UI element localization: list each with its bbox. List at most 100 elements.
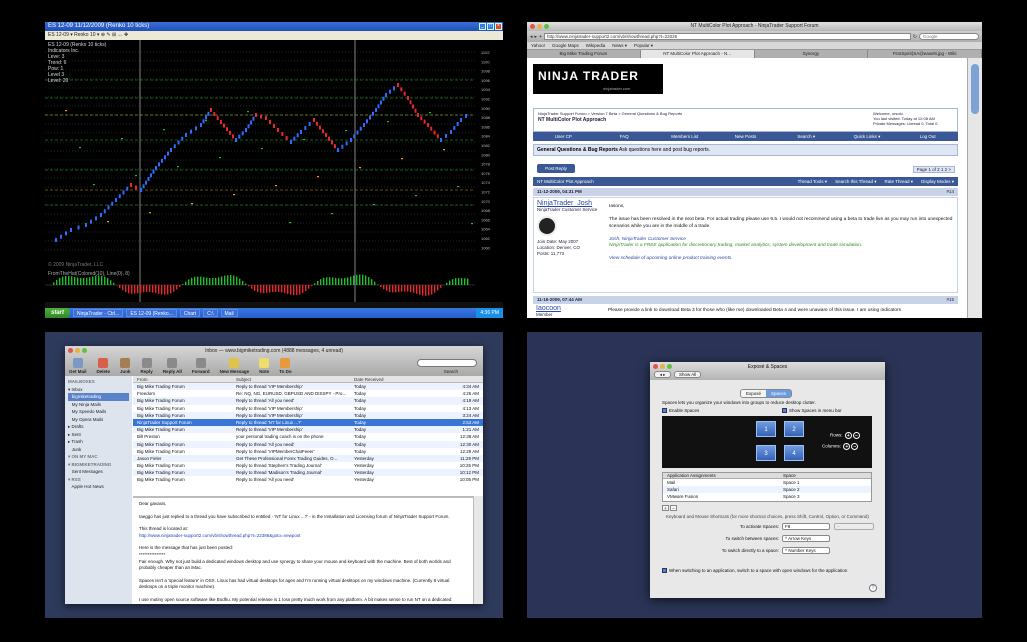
reply-button[interactable]: Reply <box>141 358 153 374</box>
sidebar-item[interactable]: ▾ Inbox <box>68 386 129 394</box>
activate-mouse-popup[interactable]: – <box>834 523 874 530</box>
display-modes-menu[interactable]: Display Modes ▾ <box>921 177 954 186</box>
close-icon[interactable]: × <box>495 23 502 30</box>
thread-tools-menu[interactable]: Thread Tools ▾ <box>798 177 827 186</box>
table-row[interactable]: Big Mike Trading Forum Reply to thread 'V… <box>133 448 483 455</box>
table-row[interactable]: Big Mike Trading Forum Reply to thread 'A… <box>133 476 483 483</box>
sidebar-item[interactable]: Apple Hot News <box>68 483 129 491</box>
maximize-icon[interactable]: □ <box>487 23 494 30</box>
section-title[interactable]: General Questions & Bug Reports <box>537 147 618 153</box>
sidebar-item[interactable]: Sent Messages <box>68 468 129 476</box>
reload-icon[interactable]: ↻ <box>913 34 917 40</box>
browser-tab[interactable]: FirstSpirit(SA@easelti.jpg - Wiki <box>868 50 982 58</box>
scrollbar-thumb[interactable] <box>971 64 979 114</box>
show-in-menu-checkbox[interactable]: Show Spaces in menu bar <box>782 408 842 414</box>
taskbar-item[interactable]: NinjaTrader - Ctrl... <box>73 309 124 317</box>
show-all-button[interactable]: Show All <box>674 371 702 378</box>
nav-new-posts[interactable]: New Posts <box>715 132 776 141</box>
note-button[interactable]: Note <box>259 358 270 374</box>
activate-popup[interactable]: F8 <box>782 523 830 530</box>
table-row[interactable]: Big Mike Trading Forum Reply to thread 'V… <box>133 405 483 412</box>
page-scrollbar[interactable] <box>967 58 982 318</box>
remove-assignment-button[interactable]: − <box>670 505 677 511</box>
table-row[interactable]: Big Mike Trading Forum Reply to thread 'V… <box>133 426 483 434</box>
start-button[interactable]: start <box>45 308 71 318</box>
table-row[interactable]: Big Mike Trading Forum Reply to thread 'V… <box>133 411 483 419</box>
switch-app-checkbox[interactable]: When switching to an application, switch… <box>662 568 847 574</box>
minimize-icon[interactable] <box>537 24 542 29</box>
nav-faq[interactable]: FAQ <box>594 132 655 141</box>
app-assignments-table[interactable]: Application Assignments Space Mail Space 1… <box>662 472 872 502</box>
table-row[interactable]: Freedom Re: NQ, NG, EURUSD, GBPUSD AND DI… <box>133 390 483 397</box>
bookmark-item[interactable]: News ▾ <box>612 42 627 49</box>
table-row[interactable]: NinjaTrader Support Forum Reply to thread… <box>133 418 483 427</box>
table-row[interactable]: Big Mike Trading Forum Reply to thread 'A… <box>133 440 483 448</box>
post-reply-button[interactable]: Post Reply <box>537 164 575 173</box>
bookmark-item[interactable]: Yahoo! <box>531 42 545 49</box>
bookmark-item[interactable]: Popular ▾ <box>634 42 653 49</box>
message-list[interactable]: From Subject Date Received Big Mike Trad… <box>133 376 483 494</box>
table-row[interactable]: VMware Fusion Space 3 <box>663 493 871 500</box>
bookmark-item[interactable]: Google Maps <box>552 42 579 49</box>
browser-tab[interactable]: Synergy <box>755 50 869 58</box>
space-2[interactable]: 2 <box>784 421 804 437</box>
nav-quick-links[interactable]: Quick Links ▾ <box>837 132 898 141</box>
google-search-field[interactable]: Google <box>919 33 979 40</box>
col-from[interactable]: From <box>133 376 236 382</box>
search-thread-menu[interactable]: Search this Thread ▾ <box>835 177 876 186</box>
delete-button[interactable]: Delete <box>97 358 110 374</box>
forward-button[interactable]: Forward <box>192 358 210 374</box>
browser-tab-active[interactable]: NT MultiColor Plot Approach - N... <box>640 50 755 58</box>
junk-button[interactable]: Junk <box>120 358 131 374</box>
zoom-icon[interactable] <box>544 24 549 29</box>
add-column-icon[interactable]: + <box>843 443 851 450</box>
taskbar-item[interactable]: Chart <box>179 309 201 317</box>
remove-row-icon[interactable]: − <box>852 432 860 439</box>
post-signature-link[interactable]: View schedule of upcoming online product… <box>609 256 954 263</box>
url-field[interactable]: http://www.ninjatrader-support2.com/vb/s… <box>543 33 911 40</box>
space-3[interactable]: 3 <box>756 445 776 461</box>
space-4[interactable]: 4 <box>784 445 804 461</box>
close-icon[interactable] <box>530 24 535 29</box>
taskbar-item[interactable]: Mail <box>220 309 238 317</box>
sidebar-item[interactable]: ▸ Sent <box>68 431 129 439</box>
tab-expose[interactable]: Exposé <box>741 390 767 397</box>
tab-spaces[interactable]: Spaces <box>766 390 792 397</box>
sidebar-item[interactable]: My Ninja Mails <box>68 401 129 409</box>
preview-scrollbar[interactable] <box>473 496 483 604</box>
sidebar-item[interactable]: Junk <box>68 446 129 454</box>
reply-all-button[interactable]: Reply All <box>163 358 182 374</box>
sidebar-item[interactable]: ▸ Drafts <box>68 423 129 431</box>
browser-tab[interactable]: Big Mike Trading Forum <box>527 50 641 58</box>
forward-icon[interactable]: ▸ <box>535 34 538 40</box>
message-link[interactable]: http://www.ninjatrader-support2.com/vb/s… <box>139 533 467 540</box>
table-row[interactable]: Big Mike Trading Forum Reply to thread 'S… <box>133 462 483 469</box>
new-message-button[interactable]: New Message <box>220 358 249 374</box>
sidebar-item[interactable]: bigmiketrading <box>68 393 129 401</box>
table-row[interactable]: Big Mike Trading Forum Reply to thread 'A… <box>133 397 483 405</box>
post-number[interactable]: #14 <box>946 188 954 196</box>
todo-button[interactable]: To Do <box>279 358 292 374</box>
help-button[interactable]: ? <box>869 584 877 592</box>
enable-spaces-checkbox[interactable]: Enable Spaces <box>662 408 699 414</box>
add-bookmark-icon[interactable]: + <box>539 34 542 40</box>
renko-chart[interactable]: 1102 1100 1098 1096 1094 1092 1090 1088 1086 1084… <box>45 40 503 302</box>
table-row[interactable]: Mail Space 1 <box>663 479 871 486</box>
ninjatrader-logo[interactable]: NINJA TRADER ninjatrader.com <box>533 64 663 94</box>
chart-toolbar[interactable]: ES 12-09 ▾ Renko 10 ▾ ⊕ ✎ ⊞ ↔ ✥ <box>45 31 503 40</box>
nav-log-out[interactable]: Log Out <box>897 132 958 141</box>
sidebar-item[interactable]: ▸ Trash <box>68 438 129 446</box>
col-date[interactable]: Date Received <box>354 376 434 382</box>
post-number[interactable]: #15 <box>946 296 954 304</box>
taskbar-item[interactable]: C:\ <box>203 309 218 317</box>
back-forward-icon[interactable]: ◂ ▸ <box>654 371 671 378</box>
table-row[interactable]: Safari Space 2 <box>663 486 871 493</box>
table-row[interactable]: Big Mike Trading Forum Reply to thread 'V… <box>133 383 483 391</box>
bookmark-item[interactable]: Wikipedia <box>586 42 606 49</box>
space-1[interactable]: 1 <box>756 421 776 437</box>
switch-direct-popup[interactable]: ^ Number Keys <box>782 547 830 554</box>
col-subject[interactable]: Subject <box>236 376 354 382</box>
remove-column-icon[interactable]: − <box>851 443 859 450</box>
rate-thread-menu[interactable]: Rate Thread ▾ <box>885 177 913 186</box>
switch-between-popup[interactable]: ^ Arrow Keys <box>782 535 830 542</box>
